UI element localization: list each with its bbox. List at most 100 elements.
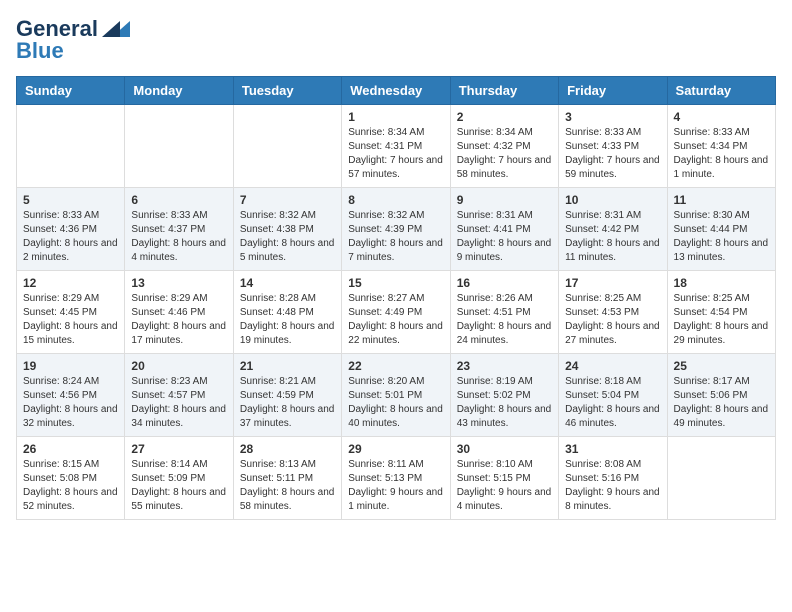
calendar-cell: 13Sunrise: 8:29 AM Sunset: 4:46 PM Dayli… xyxy=(125,271,233,354)
cell-content: Sunrise: 8:33 AM Sunset: 4:36 PM Dayligh… xyxy=(23,209,118,265)
cell-content: Sunrise: 8:34 AM Sunset: 4:32 PM Dayligh… xyxy=(457,126,552,182)
cell-content: Sunrise: 8:11 AM Sunset: 5:13 PM Dayligh… xyxy=(348,458,443,514)
calendar-cell: 31 Sunrise: 8:08 AM Sunset: 5:16 PM Dayli… xyxy=(559,437,667,520)
cell-content: Sunrise: 8:27 AM Sunset: 4:49 PM Dayligh… xyxy=(348,292,443,348)
calendar-week-row: 12 Sunrise: 8:29 AM Sunset: 4:45 PM Dayli… xyxy=(17,271,776,354)
calendar-cell: 10 Sunrise: 8:31 AM Sunset: 4:42 PM Dayli… xyxy=(559,188,667,271)
day-header-friday: Friday xyxy=(559,77,667,105)
day-number: 14 xyxy=(240,276,335,290)
cell-content: Sunrise: 8:28 AM Sunset: 4:48 PM Dayligh… xyxy=(240,292,335,348)
day-number: 23 xyxy=(457,359,552,373)
cell-content: Sunrise: 8:29 AM Sunset: 4:45 PM Dayligh… xyxy=(23,292,118,348)
calendar-cell: 21 Sunrise: 8:21 AM Sunset: 4:59 PM Dayli… xyxy=(233,354,341,437)
day-number: 9 xyxy=(457,193,552,207)
calendar-cell: 16 Sunrise: 8:26 AM Sunset: 4:51 PM Dayli… xyxy=(450,271,558,354)
calendar-cell: 26Sunrise: 8:15 AM Sunset: 5:08 PM Dayli… xyxy=(17,437,125,520)
day-number: 25 xyxy=(674,359,769,373)
day-number: 11 xyxy=(674,193,769,207)
day-number: 10 xyxy=(565,193,660,207)
calendar-cell: 23 Sunrise: 8:19 AM Sunset: 5:02 PM Dayli… xyxy=(450,354,558,437)
cell-content: Sunrise: 8:34 AM Sunset: 4:31 PM Dayligh… xyxy=(348,126,443,182)
calendar-cell: 12 Sunrise: 8:29 AM Sunset: 4:45 PM Dayli… xyxy=(17,271,125,354)
day-number: 5 xyxy=(23,193,118,207)
calendar-cell: 11Sunrise: 8:30 AM Sunset: 4:44 PM Dayli… xyxy=(667,188,775,271)
cell-content: Sunrise: 8:08 AM Sunset: 5:16 PM Dayligh… xyxy=(565,458,660,514)
cell-content: Sunrise: 8:24 AM Sunset: 4:56 PM Dayligh… xyxy=(23,375,118,431)
cell-content: Sunrise: 8:33 AM Sunset: 4:33 PM Dayligh… xyxy=(565,126,660,182)
calendar-table: SundayMondayTuesdayWednesdayThursdayFrid… xyxy=(16,76,776,520)
day-number: 8 xyxy=(348,193,443,207)
calendar-cell: 18 Sunrise: 8:25 AM Sunset: 4:54 PM Dayli… xyxy=(667,271,775,354)
cell-content: Sunrise: 8:25 AM Sunset: 4:54 PM Dayligh… xyxy=(674,292,769,348)
calendar-cell: 28Sunrise: 8:13 AM Sunset: 5:11 PM Dayli… xyxy=(233,437,341,520)
day-header-thursday: Thursday xyxy=(450,77,558,105)
day-number: 1 xyxy=(348,110,443,124)
cell-content: Sunrise: 8:10 AM Sunset: 5:15 PM Dayligh… xyxy=(457,458,552,514)
calendar-cell: 6Sunrise: 8:33 AM Sunset: 4:37 PM Daylig… xyxy=(125,188,233,271)
day-number: 17 xyxy=(565,276,660,290)
day-number: 22 xyxy=(348,359,443,373)
day-number: 30 xyxy=(457,442,552,456)
day-header-sunday: Sunday xyxy=(17,77,125,105)
cell-content: Sunrise: 8:33 AM Sunset: 4:37 PM Dayligh… xyxy=(131,209,226,265)
day-number: 12 xyxy=(23,276,118,290)
calendar-cell xyxy=(125,105,233,188)
day-number: 31 xyxy=(565,442,660,456)
calendar-cell: 4 Sunrise: 8:33 AM Sunset: 4:34 PM Daylig… xyxy=(667,105,775,188)
cell-content: Sunrise: 8:20 AM Sunset: 5:01 PM Dayligh… xyxy=(348,375,443,431)
cell-content: Sunrise: 8:29 AM Sunset: 4:46 PM Dayligh… xyxy=(131,292,226,348)
calendar-cell: 2 Sunrise: 8:34 AM Sunset: 4:32 PM Daylig… xyxy=(450,105,558,188)
page-header: General Blue xyxy=(16,16,776,64)
day-number: 28 xyxy=(240,442,335,456)
logo-blue: Blue xyxy=(16,38,64,64)
calendar-cell: 5 Sunrise: 8:33 AM Sunset: 4:36 PM Daylig… xyxy=(17,188,125,271)
calendar-header-row: SundayMondayTuesdayWednesdayThursdayFrid… xyxy=(17,77,776,105)
day-header-monday: Monday xyxy=(125,77,233,105)
cell-content: Sunrise: 8:21 AM Sunset: 4:59 PM Dayligh… xyxy=(240,375,335,431)
day-number: 4 xyxy=(674,110,769,124)
calendar-cell: 29 Sunrise: 8:11 AM Sunset: 5:13 PM Dayli… xyxy=(342,437,450,520)
calendar-cell: 7Sunrise: 8:32 AM Sunset: 4:38 PM Daylig… xyxy=(233,188,341,271)
cell-content: Sunrise: 8:23 AM Sunset: 4:57 PM Dayligh… xyxy=(131,375,226,431)
cell-content: Sunrise: 8:18 AM Sunset: 5:04 PM Dayligh… xyxy=(565,375,660,431)
logo: General Blue xyxy=(16,16,130,64)
calendar-week-row: 26Sunrise: 8:15 AM Sunset: 5:08 PM Dayli… xyxy=(17,437,776,520)
cell-content: Sunrise: 8:31 AM Sunset: 4:42 PM Dayligh… xyxy=(565,209,660,265)
calendar-week-row: 5 Sunrise: 8:33 AM Sunset: 4:36 PM Daylig… xyxy=(17,188,776,271)
day-number: 2 xyxy=(457,110,552,124)
cell-content: Sunrise: 8:33 AM Sunset: 4:34 PM Dayligh… xyxy=(674,126,769,182)
day-number: 16 xyxy=(457,276,552,290)
cell-content: Sunrise: 8:19 AM Sunset: 5:02 PM Dayligh… xyxy=(457,375,552,431)
cell-content: Sunrise: 8:15 AM Sunset: 5:08 PM Dayligh… xyxy=(23,458,118,514)
day-header-wednesday: Wednesday xyxy=(342,77,450,105)
day-number: 20 xyxy=(131,359,226,373)
calendar-cell: 8 Sunrise: 8:32 AM Sunset: 4:39 PM Daylig… xyxy=(342,188,450,271)
day-number: 27 xyxy=(131,442,226,456)
calendar-cell: 22 Sunrise: 8:20 AM Sunset: 5:01 PM Dayli… xyxy=(342,354,450,437)
day-header-tuesday: Tuesday xyxy=(233,77,341,105)
logo-icon xyxy=(102,19,130,39)
calendar-cell: 20 Sunrise: 8:23 AM Sunset: 4:57 PM Dayli… xyxy=(125,354,233,437)
day-number: 18 xyxy=(674,276,769,290)
day-number: 19 xyxy=(23,359,118,373)
cell-content: Sunrise: 8:14 AM Sunset: 5:09 PM Dayligh… xyxy=(131,458,226,514)
day-number: 15 xyxy=(348,276,443,290)
calendar-cell: 25 Sunrise: 8:17 AM Sunset: 5:06 PM Dayli… xyxy=(667,354,775,437)
day-number: 3 xyxy=(565,110,660,124)
calendar-cell: 9 Sunrise: 8:31 AM Sunset: 4:41 PM Daylig… xyxy=(450,188,558,271)
calendar-cell: 30 Sunrise: 8:10 AM Sunset: 5:15 PM Dayli… xyxy=(450,437,558,520)
calendar-cell xyxy=(17,105,125,188)
cell-content: Sunrise: 8:17 AM Sunset: 5:06 PM Dayligh… xyxy=(674,375,769,431)
day-number: 21 xyxy=(240,359,335,373)
day-number: 29 xyxy=(348,442,443,456)
cell-content: Sunrise: 8:32 AM Sunset: 4:38 PM Dayligh… xyxy=(240,209,335,265)
calendar-cell: 1 Sunrise: 8:34 AM Sunset: 4:31 PM Daylig… xyxy=(342,105,450,188)
cell-content: Sunrise: 8:31 AM Sunset: 4:41 PM Dayligh… xyxy=(457,209,552,265)
calendar-cell xyxy=(667,437,775,520)
calendar-cell xyxy=(233,105,341,188)
day-number: 24 xyxy=(565,359,660,373)
day-header-saturday: Saturday xyxy=(667,77,775,105)
calendar-cell: 24 Sunrise: 8:18 AM Sunset: 5:04 PM Dayli… xyxy=(559,354,667,437)
cell-content: Sunrise: 8:32 AM Sunset: 4:39 PM Dayligh… xyxy=(348,209,443,265)
cell-content: Sunrise: 8:26 AM Sunset: 4:51 PM Dayligh… xyxy=(457,292,552,348)
